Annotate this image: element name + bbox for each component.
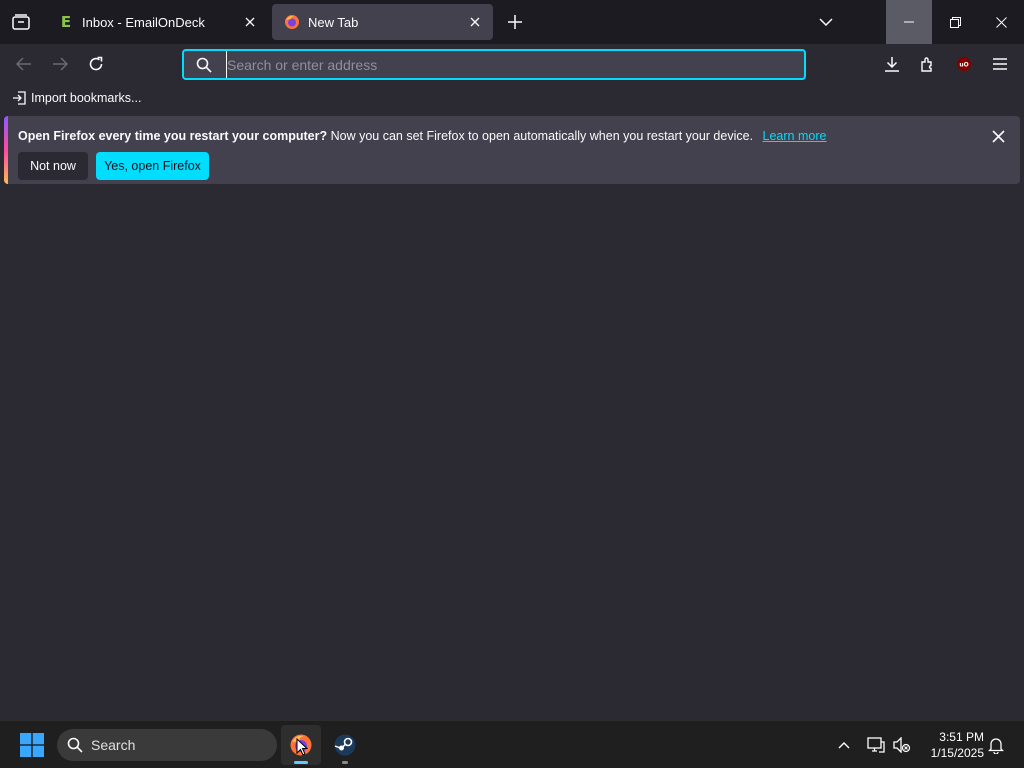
bell-icon: [988, 737, 1004, 754]
notification-accent: [4, 116, 8, 184]
clock-date: 1/15/2025: [930, 746, 984, 760]
firefox-icon: [284, 14, 300, 30]
volume-muted-icon: [893, 737, 911, 753]
taskbar-search-label: Search: [91, 737, 136, 753]
network-icon: [867, 737, 885, 753]
app-menu-button[interactable]: [986, 50, 1014, 78]
close-icon: [995, 16, 1007, 28]
notification-close-button[interactable]: [986, 124, 1010, 148]
menu-icon: [993, 58, 1007, 70]
tab-close-button[interactable]: [463, 10, 487, 34]
list-all-tabs-button[interactable]: [812, 8, 840, 36]
svg-text:uO: uO: [959, 62, 968, 69]
restore-icon: [949, 16, 961, 28]
active-app-indicator: [294, 761, 308, 764]
import-icon: [13, 91, 26, 105]
mouse-cursor-icon: [296, 738, 308, 756]
forward-button[interactable]: [46, 50, 74, 78]
back-icon: [16, 57, 31, 71]
not-now-button[interactable]: Not now: [18, 152, 88, 180]
emailondeck-favicon: E: [60, 13, 72, 31]
taskbar-search[interactable]: Search: [57, 729, 277, 761]
extensions-button[interactable]: [914, 50, 942, 78]
system-clock[interactable]: 3:51 PM 1/15/2025: [920, 729, 984, 761]
notification-center-button[interactable]: [986, 735, 1006, 755]
download-icon: [885, 57, 899, 72]
chevron-up-icon: [838, 741, 850, 748]
tab-list-icon: [12, 14, 30, 30]
search-icon: [196, 57, 212, 73]
ublock-icon: uO: [957, 57, 971, 71]
back-button[interactable]: [10, 50, 38, 78]
show-hidden-icons-button[interactable]: [834, 735, 854, 755]
tab-strip: E Inbox - EmailOnDeck New Tab: [0, 0, 1024, 44]
restore-button[interactable]: [932, 0, 978, 44]
tab-title: Inbox - EmailOnDeck: [82, 14, 205, 30]
windows-taskbar: Search 3:51 PM 1/15/2025: [0, 720, 1024, 768]
notification-body: Now you can set Firefox to open automati…: [330, 129, 754, 143]
notification-title: Open Firefox every time you restart your…: [18, 129, 328, 143]
running-app-indicator: [342, 761, 348, 764]
close-icon: [470, 17, 480, 27]
tab-title: New Tab: [308, 14, 359, 30]
start-button[interactable]: [14, 729, 50, 761]
reload-icon: [89, 56, 103, 71]
notification-message: Open Firefox every time you restart your…: [18, 129, 826, 143]
minimize-button[interactable]: [886, 0, 932, 44]
downloads-button[interactable]: [878, 50, 906, 78]
search-icon: [67, 737, 83, 753]
plus-icon: [508, 15, 522, 29]
reload-button[interactable]: [82, 50, 110, 78]
navigation-toolbar: uO: [0, 44, 1024, 84]
ublock-origin-button[interactable]: uO: [950, 50, 978, 78]
notification-bar: Open Firefox every time you restart your…: [4, 116, 1020, 184]
url-bar[interactable]: [182, 49, 806, 80]
tab-new-tab[interactable]: New Tab: [272, 4, 493, 40]
tab-list-button[interactable]: [0, 0, 42, 44]
learn-more-link[interactable]: Learn more: [763, 129, 827, 143]
extensions-icon: [921, 57, 932, 72]
clock-time: 3:51 PM: [939, 730, 984, 744]
tab-close-button[interactable]: [238, 10, 262, 34]
windows-logo-icon: [20, 733, 44, 757]
network-tray-button[interactable]: [866, 735, 886, 755]
volume-tray-button[interactable]: [892, 735, 912, 755]
chevron-down-icon: [819, 18, 833, 26]
yes-open-firefox-button[interactable]: Yes, open Firefox: [96, 152, 209, 180]
import-bookmarks-label: Import bookmarks...: [31, 91, 142, 105]
import-bookmarks-button[interactable]: Import bookmarks...: [12, 89, 141, 107]
close-window-button[interactable]: [978, 0, 1024, 44]
new-tab-button[interactable]: [502, 8, 528, 36]
close-icon: [245, 17, 255, 27]
close-icon: [991, 129, 1005, 143]
bookmarks-toolbar: Import bookmarks...: [0, 84, 1024, 112]
forward-icon: [53, 57, 68, 71]
minimize-icon: [904, 21, 914, 23]
steam-icon: [334, 734, 356, 756]
address-input[interactable]: [226, 51, 804, 78]
taskbar-steam-button[interactable]: [325, 725, 365, 765]
tab-inbox-emailondeck[interactable]: E Inbox - EmailOnDeck: [46, 4, 268, 40]
